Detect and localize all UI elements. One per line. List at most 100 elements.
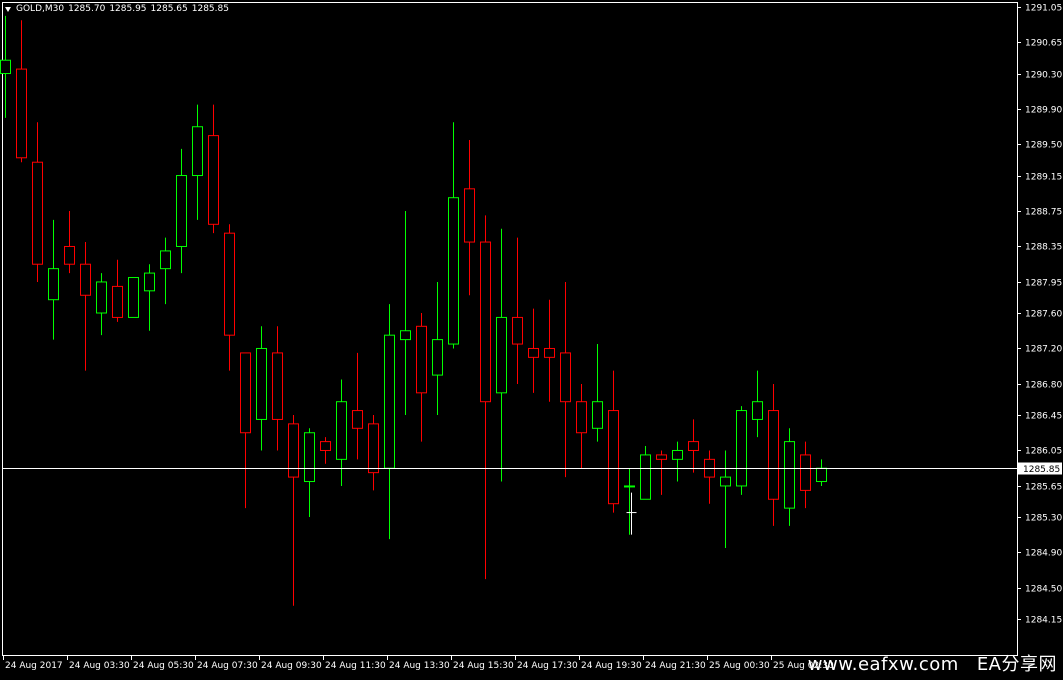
y-tick-label: 1286.45 (1025, 412, 1062, 422)
y-tick-label: 1289.15 (1025, 173, 1062, 183)
candle-body (192, 126, 203, 177)
candle (96, 273, 107, 336)
candle-body (560, 352, 571, 403)
candle-body (224, 232, 235, 336)
candle (576, 383, 587, 469)
candle-body (64, 245, 75, 265)
candle-body (672, 449, 683, 460)
watermark-brand: EA分享网 (976, 654, 1057, 675)
x-tick-label: 24 Aug 07:30 (197, 661, 258, 671)
candle-body (16, 68, 27, 159)
candle-body (544, 347, 555, 358)
candle-body (496, 316, 507, 394)
candle-body (448, 197, 459, 345)
y-tick-label: 1284.50 (1025, 585, 1062, 595)
x-tick-label: 24 Aug 2017 (5, 661, 63, 671)
candle-body (144, 272, 155, 292)
x-tick-label: 24 Aug 17:30 (517, 661, 578, 671)
candle (144, 264, 155, 331)
candle (48, 219, 59, 340)
candle-body (624, 485, 635, 488)
candle-body (336, 401, 347, 460)
candle-body (816, 467, 827, 483)
y-tick-label: 1288.75 (1025, 208, 1062, 218)
candle-body (528, 347, 539, 358)
candle-body (400, 330, 411, 341)
candlestick-chart[interactable]: 1291.05 1290.65 1290.30 1289.90 1289.50 1289.… (0, 0, 1063, 676)
y-tick-label: 1284.90 (1025, 549, 1062, 559)
candle-body (112, 285, 123, 318)
candle-body (128, 277, 139, 318)
candle (768, 383, 779, 526)
candle-body (432, 339, 443, 376)
chart-area[interactable]: 1291.05 1290.65 1290.30 1289.90 1289.50 1289.… (0, 0, 1063, 676)
candle-body (640, 454, 651, 500)
candle (784, 428, 795, 526)
candle (416, 313, 427, 442)
candle (656, 450, 667, 495)
candle (80, 242, 91, 371)
candle (384, 304, 395, 540)
candle-body (256, 347, 267, 420)
candle (528, 308, 539, 393)
candles-group (0, 15, 827, 606)
y-tick-label: 1286.05 (1025, 447, 1062, 457)
candle (672, 441, 683, 482)
candle-body (176, 175, 187, 247)
watermark: www.eafxw.com EA分享网 (808, 655, 1057, 675)
y-tick-label: 1287.60 (1025, 310, 1062, 320)
y-tick-label: 1288.35 (1025, 243, 1062, 253)
candle-body (320, 441, 331, 451)
candle-body (80, 263, 91, 296)
candle (400, 211, 411, 415)
ohlc-close: 1285.85 (191, 4, 229, 14)
x-tick-label: 24 Aug 03:30 (69, 661, 130, 671)
candle (592, 344, 603, 442)
y-tick-label: 1290.30 (1025, 71, 1062, 81)
candle-body (288, 423, 299, 478)
candle (736, 406, 747, 495)
candle-body (656, 454, 667, 460)
x-tick-label: 24 Aug 21:30 (645, 661, 706, 671)
candle (816, 459, 827, 486)
candle-body (576, 401, 587, 434)
candle-body (352, 410, 363, 429)
candle (240, 352, 251, 509)
candle-body (608, 410, 619, 505)
candle (512, 237, 523, 384)
candle-body (48, 268, 59, 301)
candle (112, 259, 123, 322)
candle-body (512, 316, 523, 345)
candle (608, 370, 619, 513)
candle (496, 228, 507, 482)
x-tick-label: 24 Aug 19:30 (581, 661, 642, 671)
candle (448, 122, 459, 349)
candle (176, 148, 187, 274)
y-tick-label: 1289.50 (1025, 141, 1062, 151)
y-tick-label: 1287.20 (1025, 345, 1062, 355)
candle (640, 446, 651, 500)
x-tick-label: 24 Aug 15:30 (453, 661, 514, 671)
y-tick-label: 1287.95 (1025, 279, 1062, 289)
candle-body (752, 401, 763, 420)
candle (704, 450, 715, 504)
y-tick-label: 1285.30 (1025, 514, 1062, 524)
candle (32, 122, 43, 282)
candle-body (416, 325, 427, 394)
candle-body (480, 241, 491, 403)
chart-header: GOLD,M30 1285.70 1285.95 1285.65 1285.85 (5, 3, 229, 15)
candle (64, 211, 75, 274)
candle-body (96, 281, 107, 314)
x-tick-label: 24 Aug 05:30 (133, 661, 194, 671)
candle-body (768, 410, 779, 500)
candle (224, 224, 235, 371)
y-tick-label: 1291.05 (1025, 4, 1062, 14)
dropdown-triangle-icon[interactable] (5, 6, 11, 12)
candle-body (304, 432, 315, 483)
candle-body (720, 476, 731, 487)
candle (688, 419, 699, 473)
ohlc-high: 1285.95 (109, 4, 147, 14)
y-tick-label: 1284.15 (1025, 616, 1062, 626)
candle-body (592, 401, 603, 429)
watermark-site: www.eafxw.com (807, 654, 959, 675)
